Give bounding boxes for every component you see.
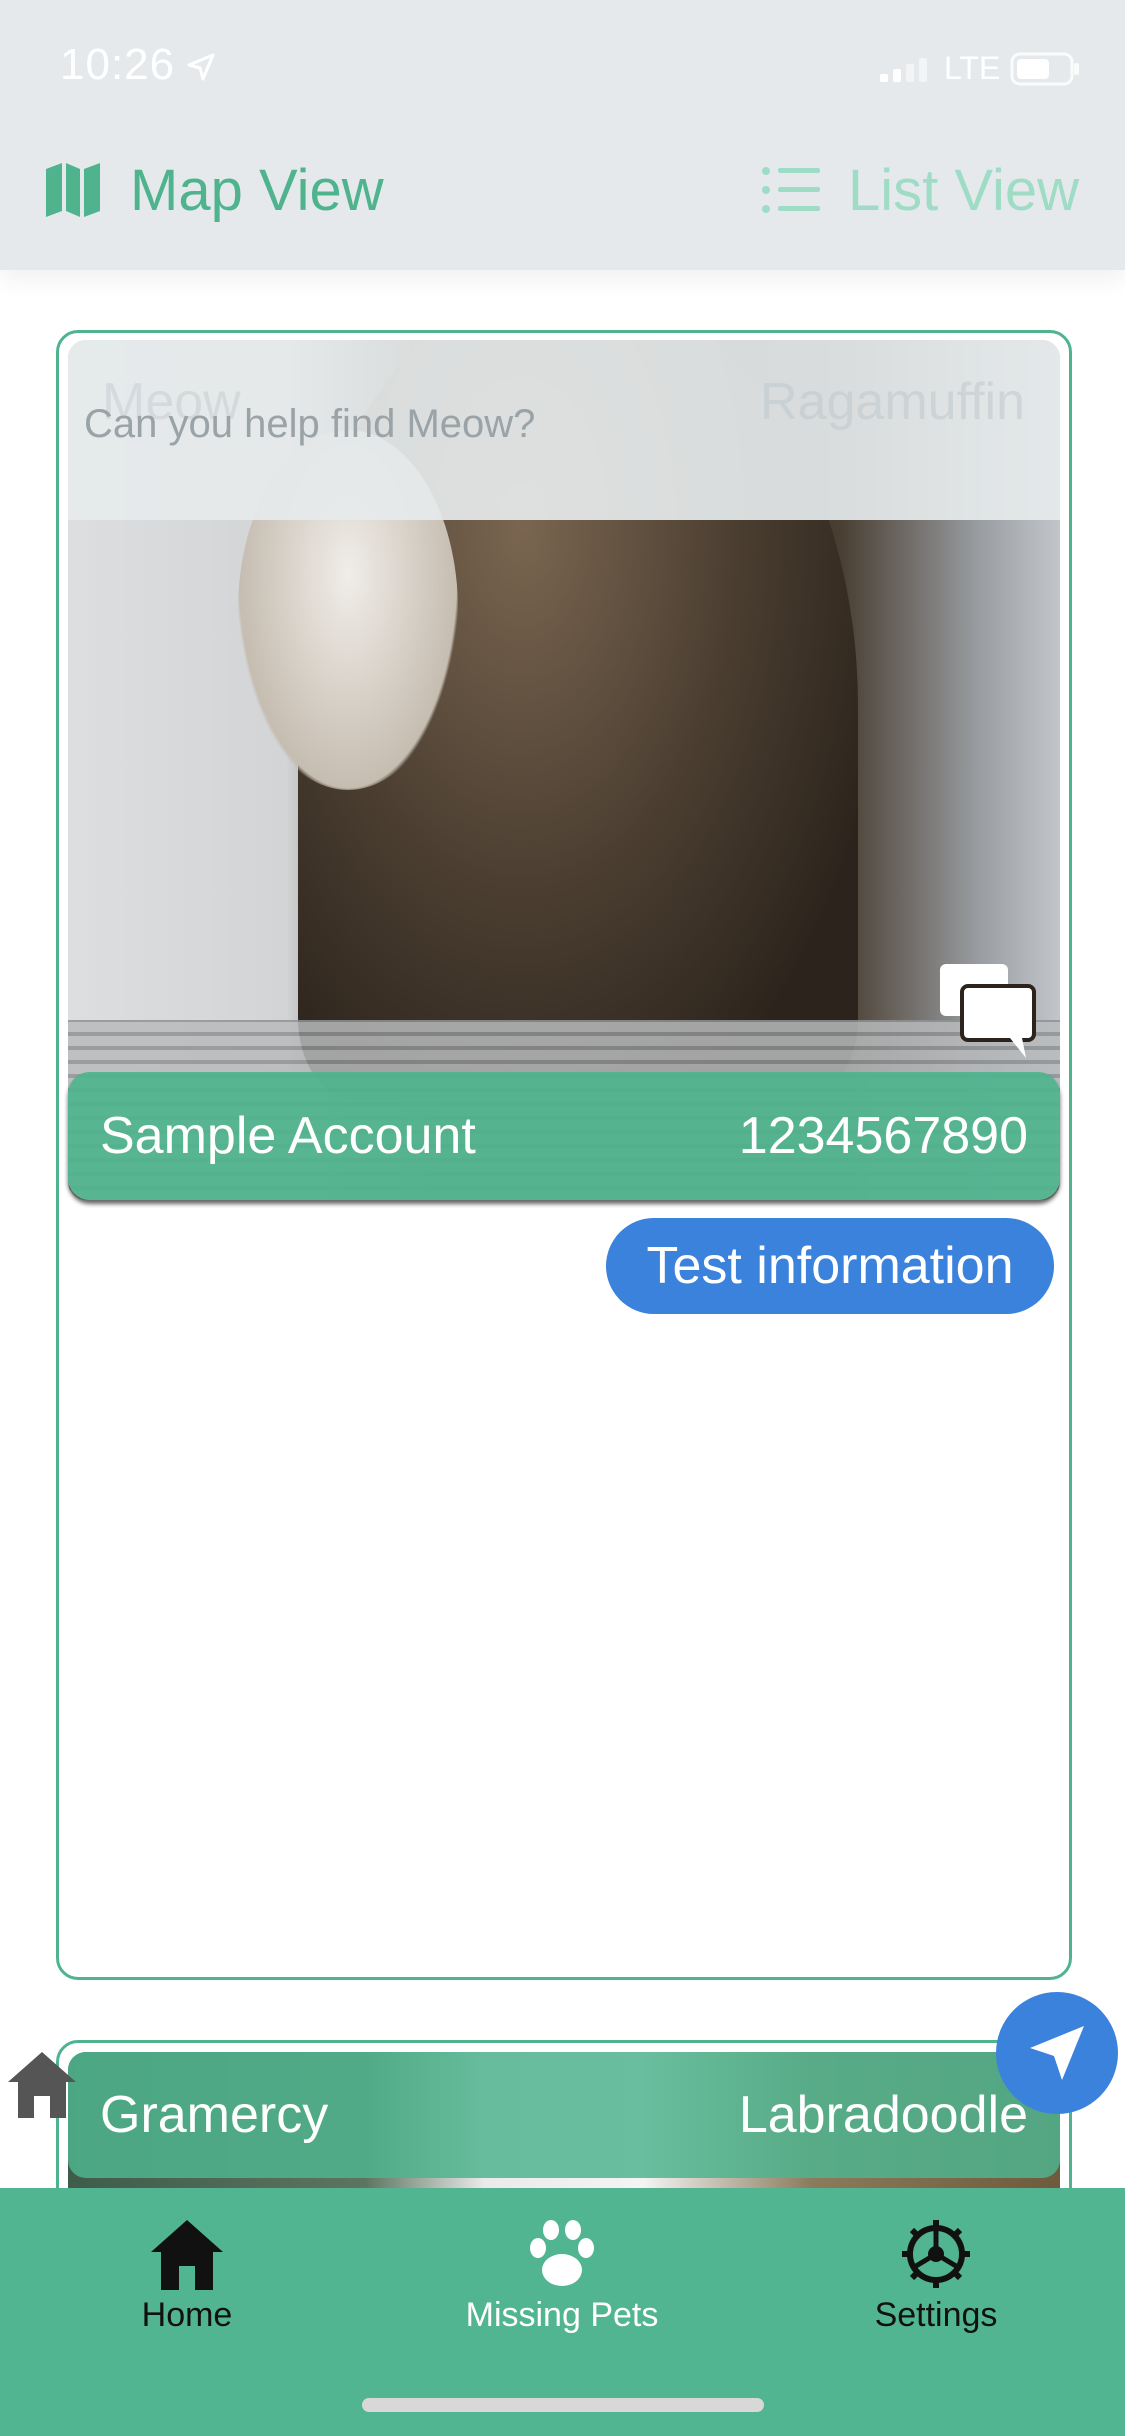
- home-marker-icon[interactable]: [6, 2048, 78, 2120]
- tab-missing-pets[interactable]: Missing Pets: [412, 2218, 712, 2335]
- navigate-button[interactable]: [996, 1992, 1118, 2114]
- help-find-text: Can you help find Meow?: [84, 402, 536, 446]
- navigation-arrow-icon: [1030, 2026, 1084, 2080]
- home-indicator: [362, 2398, 764, 2412]
- home-icon: [151, 2220, 223, 2290]
- owner-name: Sample Account: [100, 1107, 476, 1165]
- signal-icon: [880, 58, 927, 82]
- info-badge: Test information: [606, 1218, 1054, 1314]
- chat-bubbles-icon[interactable]: [938, 962, 1038, 1062]
- status-time: 10:26: [60, 40, 176, 89]
- network-type: LTE: [944, 50, 1001, 86]
- tab-settings[interactable]: Settings: [786, 2218, 1086, 2335]
- paw-icon: [530, 2220, 594, 2286]
- battery-icon: [1010, 52, 1079, 86]
- pet-breed: Labradoodle: [738, 2086, 1028, 2144]
- tab-home[interactable]: Home: [37, 2218, 337, 2335]
- list-icon: [761, 167, 820, 213]
- location-arrow-icon: [187, 53, 215, 81]
- tab-home-label: Home: [141, 2296, 233, 2334]
- owner-phone[interactable]: 1234567890: [739, 1106, 1028, 1166]
- map-view-label: Map View: [130, 157, 384, 223]
- pet-name: Gramercy: [100, 2086, 329, 2144]
- list-view-button[interactable]: List View: [761, 150, 1079, 230]
- top-header: 10:26 LTE Map View List View: [0, 0, 1125, 270]
- map-icon: [46, 163, 100, 217]
- list-view-label: List View: [847, 157, 1079, 223]
- gear-icon: [902, 2220, 970, 2288]
- tab-settings-label: Settings: [874, 2296, 998, 2334]
- pet-breed: Ragamuffin: [760, 373, 1025, 431]
- tab-missing-pets-label: Missing Pets: [465, 2296, 659, 2334]
- map-view-button[interactable]: Map View: [44, 150, 384, 230]
- owner-contact-bar[interactable]: Sample Account 1234567890: [68, 1072, 1060, 1200]
- pet-title-bar: Gramercy Labradoodle: [68, 2052, 1060, 2178]
